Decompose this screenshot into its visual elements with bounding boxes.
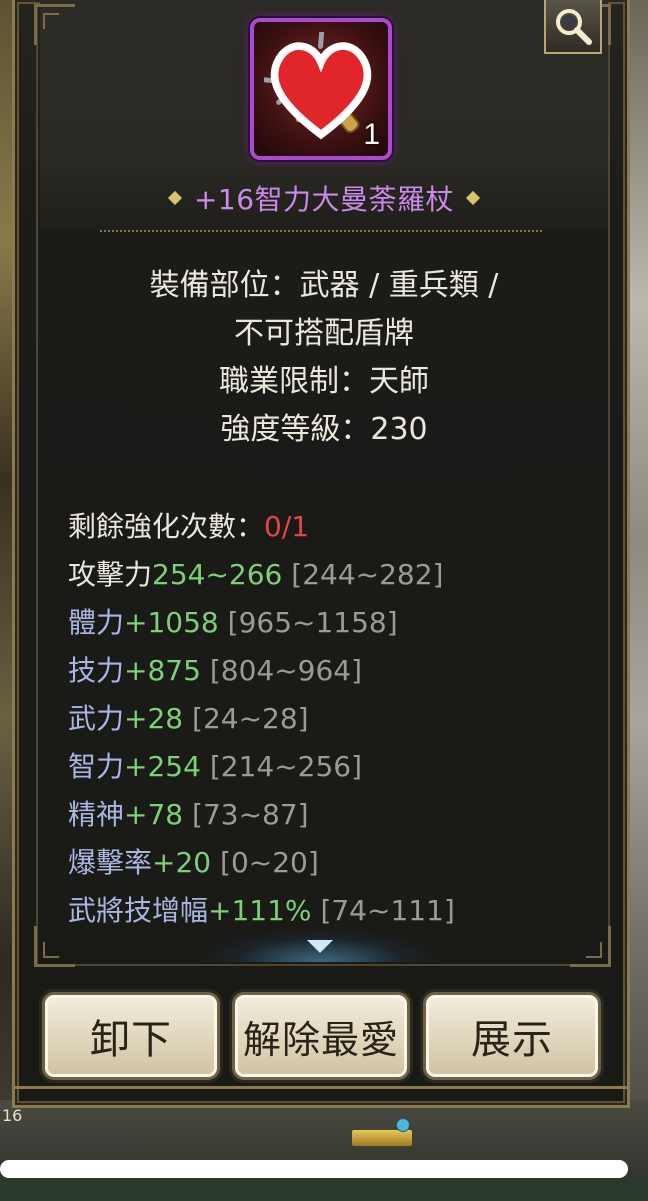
diamond-ornament-icon — [465, 190, 481, 206]
stat-label: 剩餘強化次數： — [68, 510, 265, 543]
stat-label: 爆擊率 — [68, 846, 153, 879]
unfavorite-button[interactable]: 解除最愛 — [232, 992, 410, 1080]
chevron-down-icon[interactable] — [307, 940, 333, 953]
stat-label: 技力 — [68, 654, 125, 687]
equip-slot-line: 裝備部位：武器 / 重兵類 / — [149, 268, 499, 303]
item-name-row: +16智力大曼荼羅杖 — [40, 176, 608, 220]
magnify-icon — [556, 9, 592, 45]
stat-range: [244~282] — [291, 558, 444, 591]
item-info: 裝備部位：武器 / 重兵類 / 不可搭配盾牌 職業限制：天師 強度等級：230 — [40, 262, 608, 454]
stat-value: +1058 — [124, 606, 219, 639]
item-count: 1 — [363, 118, 380, 151]
show-button[interactable]: 展示 — [423, 992, 601, 1080]
stat-value: +28 — [124, 702, 184, 735]
stat-label: 武力 — [68, 702, 125, 735]
divider — [100, 230, 542, 232]
stat-row: 智力+254 [214~256] — [68, 743, 608, 791]
horizontal-scrollbar[interactable] — [0, 1160, 628, 1178]
stat-label: 武將技增幅 — [68, 894, 209, 927]
background-level-number: 16 — [2, 1106, 23, 1125]
stat-range: [74~111] — [320, 894, 455, 927]
ornament-corner — [34, 4, 75, 45]
item-name: +16智力大曼荼羅杖 — [193, 183, 455, 216]
stat-value: +78 — [124, 798, 184, 831]
stat-row: 體力+1058 [965~1158] — [68, 599, 608, 647]
stat-value: +875 — [124, 654, 201, 687]
stat-row: 武力+28 [24~28] — [68, 695, 608, 743]
stat-label: 精神 — [68, 798, 125, 831]
gold-bars-icon — [352, 1130, 412, 1146]
stat-label: 攻擊力 — [68, 558, 153, 591]
unequip-button[interactable]: 卸下 — [42, 992, 220, 1080]
stat-label: 智力 — [68, 750, 125, 783]
job-limit: 職業限制：天師 — [219, 364, 429, 399]
panel-bottom-border — [12, 1086, 630, 1104]
item-stats: 剩餘強化次數：0/1 攻擊力254~266 [244~282] 體力+1058 … — [68, 503, 608, 935]
stat-range: [0~20] — [220, 846, 319, 879]
item-icon-slot[interactable]: 1 — [250, 18, 392, 160]
gem-icon — [396, 1118, 410, 1132]
stat-range: [73~87] — [192, 798, 309, 831]
heart-icon — [270, 42, 372, 140]
stat-value: 254~266 — [152, 558, 283, 591]
stat-value: 0/1 — [264, 510, 310, 543]
stat-label: 體力 — [68, 606, 125, 639]
stat-row-enhance: 剩餘強化次數：0/1 — [68, 503, 608, 551]
stat-range: [804~964] — [209, 654, 363, 687]
magnify-button[interactable] — [544, 0, 602, 54]
stat-range: [965~1158] — [227, 606, 398, 639]
stat-value: +254 — [124, 750, 201, 783]
strength-level: 強度等級：230 — [220, 412, 428, 447]
bottom-strip — [0, 1181, 648, 1201]
diamond-ornament-icon — [167, 190, 183, 206]
stat-row: 爆擊率+20 [0~20] — [68, 839, 608, 887]
stat-value: +20 — [152, 846, 212, 879]
stat-row: 攻擊力254~266 [244~282] — [68, 551, 608, 599]
stat-range: [214~256] — [209, 750, 363, 783]
stat-value: +111% — [208, 894, 312, 927]
stat-row: 精神+78 [73~87] — [68, 791, 608, 839]
stat-range: [24~28] — [192, 702, 309, 735]
stat-row: 技力+875 [804~964] — [68, 647, 608, 695]
shield-restriction-line: 不可搭配盾牌 — [234, 316, 414, 351]
